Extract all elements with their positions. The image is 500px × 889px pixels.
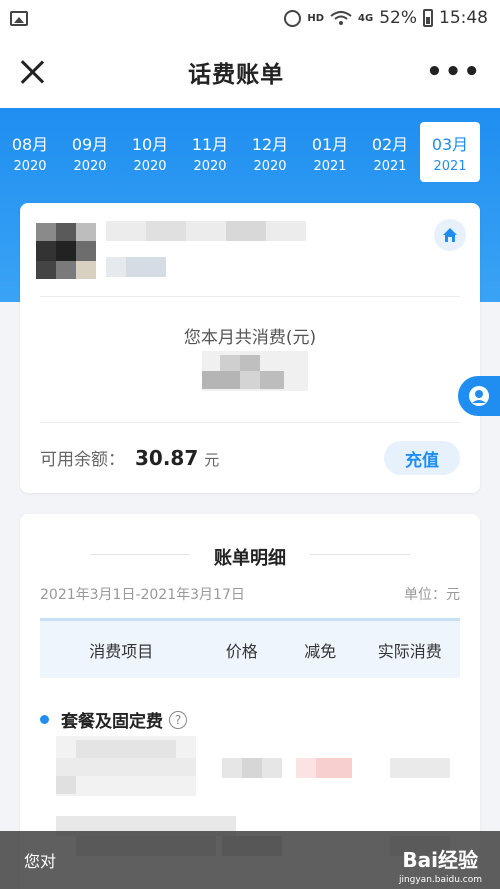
month-tab[interactable]: 02月 2021 <box>360 122 420 182</box>
close-icon[interactable] <box>18 58 46 86</box>
balance-label: 可用余额： <box>40 450 125 470</box>
user-avatar-blurred <box>36 223 96 279</box>
image-icon <box>10 10 28 26</box>
watermark-text: Bai经验 <box>402 848 478 872</box>
month-tab-year: 2020 <box>193 158 227 174</box>
month-tab-year: 2020 <box>253 158 287 174</box>
divider <box>40 422 460 423</box>
package-group: 套餐及固定费 ? <box>40 707 187 732</box>
balance-row: 可用余额： 30.87 元 <box>40 445 219 470</box>
balance-value: 30.87 <box>135 446 199 470</box>
month-tab[interactable]: 12月 2020 <box>240 122 300 182</box>
header: 话费账单 ••• <box>0 36 500 108</box>
help-icon[interactable]: ? <box>169 710 187 729</box>
month-tab-month: 10月 <box>131 134 169 154</box>
month-tab-year: 2020 <box>13 158 47 174</box>
package-group-label: 套餐及固定费 <box>61 712 163 732</box>
alarm-icon <box>284 9 302 27</box>
month-tab-year: 2020 <box>73 158 107 174</box>
clock: 15:48 <box>439 8 488 28</box>
divider <box>40 296 460 297</box>
customer-service-icon <box>469 386 489 406</box>
more-icon[interactable]: ••• <box>426 59 482 85</box>
month-tab[interactable]: 01月 2021 <box>300 122 360 182</box>
bottom-overlay-text: 您对 <box>24 852 57 871</box>
column-discount: 减免 <box>304 641 337 661</box>
summary-card: 您本月共消费(元) 可用余额： 30.87 元 充值 <box>20 203 480 493</box>
column-item: 消费项目 <box>89 641 154 661</box>
month-tab-month: 03月 <box>431 134 469 154</box>
month-tab[interactable]: 03月 2021 <box>420 122 480 182</box>
total-consumption-label: 您本月共消费(元) <box>183 328 317 348</box>
battery-percent: 52% <box>379 8 417 28</box>
wifi-icon <box>330 11 352 25</box>
signal-indicator: 4G <box>358 12 374 24</box>
hd-indicator: HD <box>307 12 325 24</box>
month-tab-month: 02月 <box>371 134 409 154</box>
month-tab-year: 2021 <box>313 158 347 174</box>
month-tab-month: 08月 <box>11 134 49 154</box>
user-info-blurred <box>106 221 306 277</box>
month-tab-year: 2020 <box>133 158 167 174</box>
column-price: 价格 <box>225 641 258 661</box>
month-tab-month: 09月 <box>71 134 109 154</box>
month-tab[interactable]: 11月 2020 <box>180 122 240 182</box>
month-tab-month: 01月 <box>311 134 349 154</box>
table-header: 消费项目 价格 减免 实际消费 <box>40 618 460 678</box>
month-tab-month: 12月 <box>251 134 289 154</box>
total-amount-blurred <box>202 351 308 391</box>
battery-icon <box>423 9 433 27</box>
recharge-button[interactable]: 充值 <box>384 441 460 475</box>
bill-unit: 单位：元 <box>404 587 460 603</box>
column-actual: 实际消费 <box>377 641 442 661</box>
month-tab[interactable]: 08月 2020 <box>0 122 60 182</box>
customer-service-button[interactable] <box>458 376 500 416</box>
month-tab-month: 11月 <box>191 134 229 154</box>
baidu-watermark: Bai经验 <box>402 844 478 873</box>
month-tab[interactable]: 09月 2020 <box>60 122 120 182</box>
status-bar: HD 4G 52% 15:48 <box>0 0 500 36</box>
month-tabs: 08月 2020 09月 2020 10月 2020 11月 2020 12月 2020 01月 20… <box>0 122 500 184</box>
bill-period: 2021年3月1日-2021年3月17日 <box>40 587 245 603</box>
month-tab[interactable]: 10月 2020 <box>120 122 180 182</box>
home-icon[interactable] <box>434 219 466 251</box>
balance-unit: 元 <box>204 451 220 469</box>
month-tab-year: 2021 <box>433 158 467 174</box>
bullet-dot <box>40 715 49 724</box>
bill-detail-title: 账单明细 <box>214 548 286 569</box>
month-tab-year: 2021 <box>373 158 407 174</box>
page-title: 话费账单 <box>188 62 285 88</box>
watermark-url: jingyan.baidu.com <box>398 875 482 885</box>
